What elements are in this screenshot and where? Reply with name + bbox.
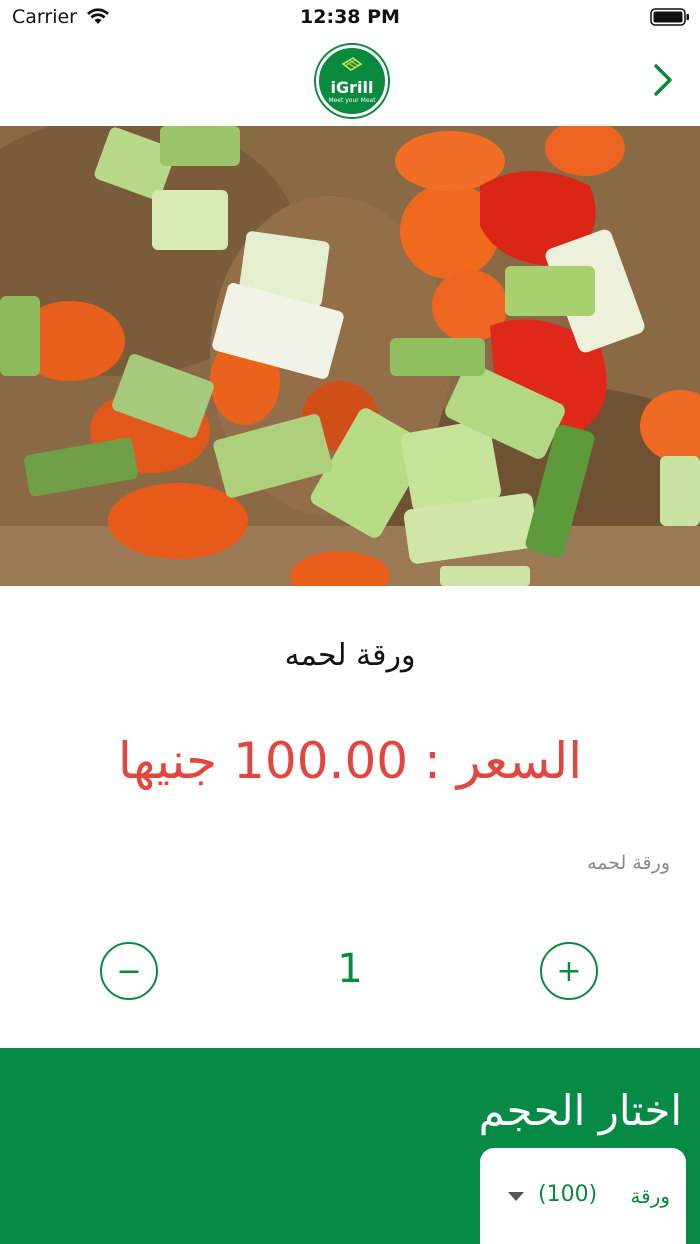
- product-name: ورقة لحمه: [284, 638, 416, 673]
- navigation-bar: iGrill Meet your Meat: [0, 40, 700, 126]
- decrease-quantity-button[interactable]: −: [100, 942, 158, 1000]
- dropdown-caret-icon: [508, 1192, 524, 1201]
- size-option-count: (100): [538, 1182, 598, 1207]
- chevron-right-icon[interactable]: [648, 60, 678, 100]
- logo-tagline: Meet your Meat: [328, 97, 376, 104]
- status-bar: Carrier 12:38 PM: [0, 0, 700, 40]
- quantity-value: 1: [337, 946, 363, 992]
- plus-icon: +: [556, 954, 582, 989]
- battery-icon: [650, 8, 689, 26]
- increase-quantity-button[interactable]: +: [540, 942, 598, 1000]
- minus-icon: −: [116, 954, 142, 989]
- grill-mark-icon: [341, 57, 363, 71]
- igrill-logo: iGrill Meet your Meat: [316, 45, 388, 117]
- size-panel: اختار الحجم ورقة (100): [0, 1048, 700, 1244]
- product-image: [0, 126, 700, 586]
- status-time: 12:38 PM: [300, 6, 400, 28]
- size-title: اختار الحجم: [478, 1086, 682, 1135]
- size-option-label: ورقة: [630, 1184, 670, 1208]
- logo-text: iGrill: [330, 78, 374, 97]
- size-dropdown[interactable]: ورقة (100): [480, 1148, 686, 1244]
- product-price: السعر : 100.00 جنيها: [117, 732, 583, 790]
- product-description: ورقة لحمه: [587, 852, 670, 874]
